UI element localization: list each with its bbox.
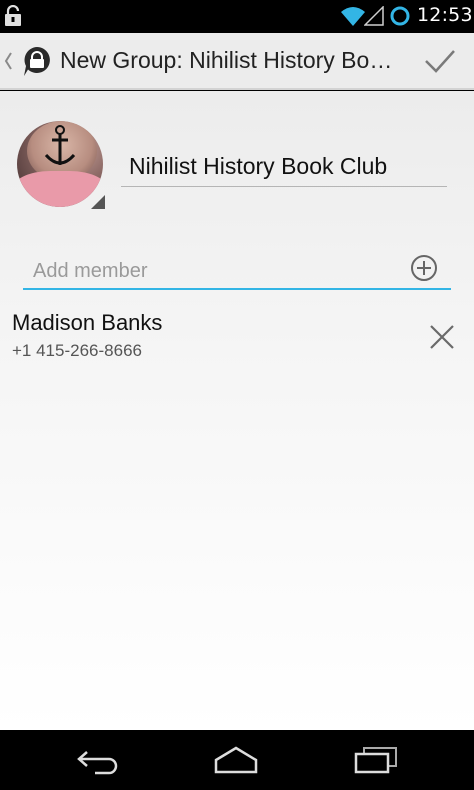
add-member-placeholder: Add member (33, 260, 148, 282)
lock-icon (4, 4, 22, 31)
add-member-input[interactable]: Add member (23, 254, 451, 290)
home-icon[interactable] (212, 744, 260, 776)
list-item: Madison Banks +1 415-266-8666 (0, 306, 474, 366)
app-logo-icon[interactable] (22, 46, 52, 82)
group-avatar[interactable] (17, 121, 105, 209)
group-name-field[interactable]: Nihilist History Book Club (121, 151, 447, 187)
member-phone: +1 415-266-8666 (12, 341, 142, 360)
navigation-bar (0, 730, 474, 790)
content-area: Nihilist History Book Club Add member Ma… (0, 91, 474, 730)
status-clock: 12:53 (417, 4, 473, 26)
member-name: Madison Banks (12, 310, 163, 335)
wifi-icon (340, 5, 366, 31)
anchor-tattoo-icon (44, 125, 76, 165)
page-title: New Group: Nihilist History Boo… (60, 47, 400, 73)
sync-icon (389, 5, 411, 31)
status-bar: 12:53 (0, 0, 474, 33)
close-icon[interactable] (428, 323, 456, 351)
checkmark-icon[interactable] (418, 43, 462, 79)
recents-icon[interactable] (352, 744, 400, 776)
signal-icon (363, 5, 384, 30)
add-circle-icon[interactable] (410, 254, 438, 282)
back-icon[interactable] (75, 744, 123, 776)
avatar-corner-indicator (91, 195, 105, 209)
action-bar: New Group: Nihilist History Boo… (0, 33, 474, 90)
group-name-value: Nihilist History Book Club (129, 153, 388, 179)
up-caret-icon[interactable] (3, 51, 13, 75)
